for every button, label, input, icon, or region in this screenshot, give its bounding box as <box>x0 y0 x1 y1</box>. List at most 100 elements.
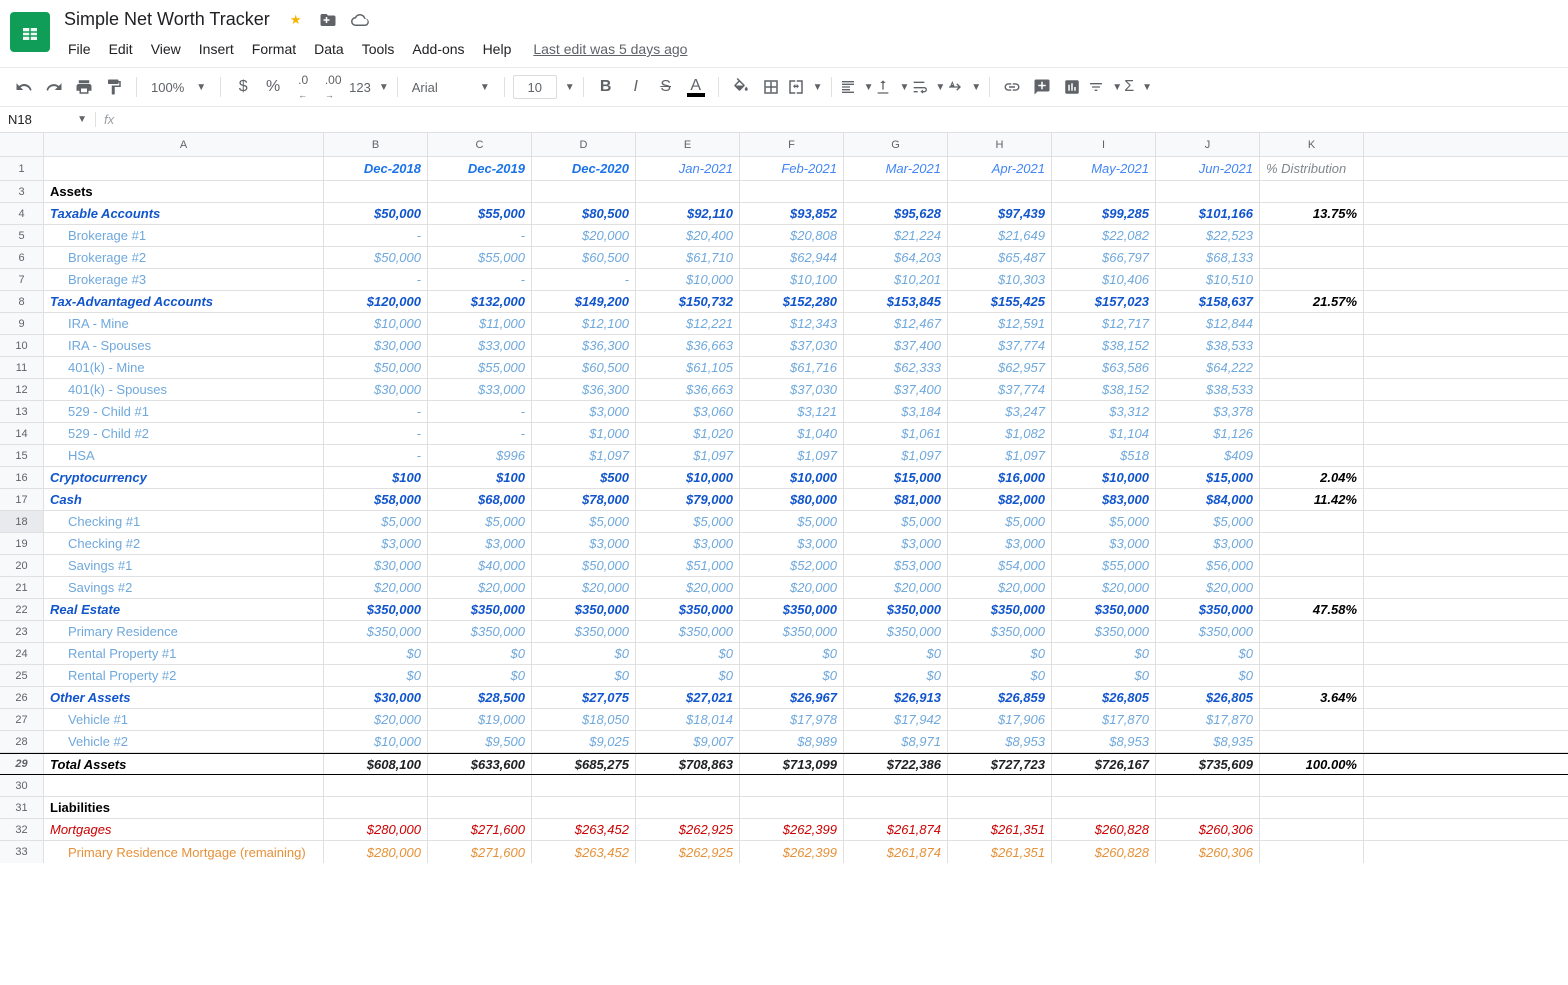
col-header[interactable]: D <box>532 133 636 156</box>
cell[interactable]: $12,221 <box>636 313 740 334</box>
cell[interactable]: $10,201 <box>844 269 948 290</box>
cell[interactable]: Brokerage #3 <box>44 269 324 290</box>
col-header[interactable]: E <box>636 133 740 156</box>
cell[interactable]: $55,000 <box>428 203 532 224</box>
functions-button[interactable]: Σ▼ <box>1124 73 1152 101</box>
cell[interactable]: $36,300 <box>532 379 636 400</box>
cell[interactable]: $0 <box>636 643 740 664</box>
cell[interactable] <box>1260 643 1364 664</box>
col-header[interactable]: J <box>1156 133 1260 156</box>
cell[interactable]: Primary Residence Mortgage (remaining) <box>44 841 324 863</box>
cell[interactable]: $0 <box>948 643 1052 664</box>
cell[interactable]: $5,000 <box>740 511 844 532</box>
cell[interactable]: $9,025 <box>532 731 636 752</box>
cell[interactable]: $38,152 <box>1052 335 1156 356</box>
cell[interactable] <box>1260 379 1364 400</box>
cell[interactable]: $92,110 <box>636 203 740 224</box>
cell[interactable] <box>636 797 740 818</box>
cell[interactable]: $50,000 <box>324 357 428 378</box>
col-header[interactable]: K <box>1260 133 1364 156</box>
cloud-status-icon[interactable] <box>350 10 370 30</box>
cell[interactable]: $55,000 <box>428 247 532 268</box>
cell[interactable]: $16,000 <box>948 467 1052 488</box>
cell[interactable]: $280,000 <box>324 819 428 840</box>
menu-help[interactable]: Help <box>475 37 520 61</box>
cell[interactable]: $26,913 <box>844 687 948 708</box>
cell[interactable]: $51,000 <box>636 555 740 576</box>
cell[interactable]: $350,000 <box>532 599 636 620</box>
cell[interactable]: 3.64% <box>1260 687 1364 708</box>
cell[interactable]: $20,000 <box>844 577 948 598</box>
cell[interactable] <box>1260 819 1364 840</box>
cell[interactable]: Primary Residence <box>44 621 324 642</box>
cell[interactable]: $3,000 <box>948 533 1052 554</box>
row-header[interactable]: 11 <box>0 357 44 378</box>
cell[interactable]: $21,224 <box>844 225 948 246</box>
cell[interactable]: $350,000 <box>740 599 844 620</box>
cell[interactable] <box>1260 709 1364 730</box>
cell[interactable] <box>532 797 636 818</box>
cell[interactable]: $12,343 <box>740 313 844 334</box>
cell[interactable]: $5,000 <box>1052 511 1156 532</box>
cell[interactable]: $52,000 <box>740 555 844 576</box>
cell[interactable]: $37,774 <box>948 379 1052 400</box>
cell[interactable] <box>428 181 532 202</box>
cell[interactable] <box>1156 181 1260 202</box>
cell[interactable]: $9,007 <box>636 731 740 752</box>
cell[interactable]: $81,000 <box>844 489 948 510</box>
row-header[interactable]: 29 <box>0 754 44 774</box>
cell[interactable]: HSA <box>44 445 324 466</box>
cell[interactable]: $262,399 <box>740 819 844 840</box>
cell[interactable]: $263,452 <box>532 819 636 840</box>
row-header[interactable]: 15 <box>0 445 44 466</box>
zoom-select[interactable]: 100%▼ <box>145 80 212 95</box>
row-header[interactable]: 24 <box>0 643 44 664</box>
cell[interactable]: $271,600 <box>428 819 532 840</box>
cell[interactable]: $261,351 <box>948 841 1052 863</box>
cell[interactable]: $280,000 <box>324 841 428 863</box>
format-percent-button[interactable]: % <box>259 73 287 101</box>
cell[interactable]: $132,000 <box>428 291 532 312</box>
cell[interactable]: $20,000 <box>324 577 428 598</box>
cell[interactable] <box>1156 797 1260 818</box>
row-header[interactable]: 25 <box>0 665 44 686</box>
merge-cells-button[interactable]: ▼ <box>787 73 823 101</box>
cell[interactable]: $99,285 <box>1052 203 1156 224</box>
row-header[interactable]: 13 <box>0 401 44 422</box>
col-header[interactable]: I <box>1052 133 1156 156</box>
cell[interactable]: $0 <box>844 643 948 664</box>
cell[interactable]: $36,300 <box>532 335 636 356</box>
cell[interactable]: $20,000 <box>532 577 636 598</box>
cell[interactable]: $28,500 <box>428 687 532 708</box>
menu-view[interactable]: View <box>143 37 189 61</box>
cell[interactable]: Apr-2021 <box>948 157 1052 180</box>
row-header[interactable]: 4 <box>0 203 44 224</box>
cell[interactable]: $1,061 <box>844 423 948 444</box>
cell[interactable]: Jan-2021 <box>636 157 740 180</box>
cell[interactable] <box>1260 423 1364 444</box>
cell[interactable]: $5,000 <box>532 511 636 532</box>
cell[interactable]: $8,989 <box>740 731 844 752</box>
cell[interactable]: - <box>324 269 428 290</box>
font-size-select[interactable]: 10 <box>513 75 557 99</box>
cell[interactable]: $3,378 <box>1156 401 1260 422</box>
italic-button[interactable]: I <box>622 73 650 101</box>
cell[interactable]: $5,000 <box>636 511 740 532</box>
cell[interactable]: $19,000 <box>428 709 532 730</box>
cell[interactable]: $350,000 <box>1156 621 1260 642</box>
cell[interactable]: 2.04% <box>1260 467 1364 488</box>
cell[interactable]: $80,500 <box>532 203 636 224</box>
cell[interactable]: $350,000 <box>844 621 948 642</box>
cell[interactable]: $12,591 <box>948 313 1052 334</box>
row-header[interactable]: 23 <box>0 621 44 642</box>
insert-comment-button[interactable] <box>1028 73 1056 101</box>
vertical-align-button[interactable]: ▼ <box>875 73 909 101</box>
cell[interactable]: $20,000 <box>324 709 428 730</box>
cell[interactable]: $10,303 <box>948 269 1052 290</box>
cell[interactable] <box>1260 269 1364 290</box>
cell[interactable]: $3,000 <box>636 533 740 554</box>
cell[interactable]: $0 <box>636 665 740 686</box>
cell[interactable]: $260,828 <box>1052 841 1156 863</box>
cell[interactable]: $1,097 <box>740 445 844 466</box>
cell[interactable]: $26,805 <box>1156 687 1260 708</box>
